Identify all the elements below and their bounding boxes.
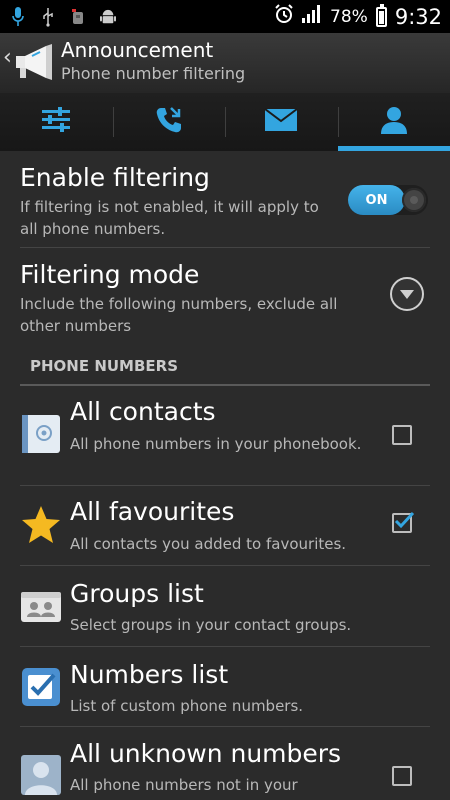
- tab-contacts[interactable]: [337, 93, 450, 151]
- chevron-down-icon: [400, 285, 414, 304]
- all-favourites-description: All contacts you added to favourites.: [70, 535, 347, 553]
- tab-messages[interactable]: [225, 93, 338, 151]
- divider: [20, 646, 430, 647]
- toggle-on-label: ON: [348, 185, 405, 215]
- unknown-person-icon: [20, 754, 62, 796]
- star-icon: [20, 504, 62, 546]
- app-title: Announcement: [61, 38, 214, 62]
- status-bar: 78% 9:32: [0, 0, 450, 33]
- divider: [20, 485, 430, 486]
- filtering-mode-dropdown[interactable]: [390, 277, 424, 311]
- alarm-icon: [274, 4, 294, 29]
- battery-icon: [375, 3, 387, 27]
- all-contacts-title: All contacts: [70, 397, 216, 426]
- checklist-icon: [20, 666, 62, 708]
- divider: [20, 565, 430, 566]
- tab-settings[interactable]: [0, 93, 113, 151]
- all-favourites-checkbox[interactable]: [392, 511, 415, 533]
- person-icon: [379, 105, 409, 139]
- enable-filtering-description: If filtering is not enabled, it will app…: [20, 198, 319, 238]
- toggle-knob: [402, 188, 426, 212]
- back-chevron-icon[interactable]: ‹: [3, 45, 12, 70]
- numbers-list-title: Numbers list: [70, 660, 229, 689]
- all-contacts-description: All phone numbers in your phonebook.: [70, 435, 362, 453]
- settings-content: Enable filtering If filtering is not ena…: [0, 151, 450, 800]
- sliders-icon: [40, 106, 72, 138]
- clock: 9:32: [394, 4, 442, 29]
- enable-filtering-toggle[interactable]: ON: [348, 185, 428, 215]
- tab-calls[interactable]: [112, 93, 226, 151]
- filtering-mode-title: Filtering mode: [20, 260, 200, 289]
- all-favourites-title: All favourites: [70, 497, 235, 526]
- divider: [20, 726, 430, 727]
- phone-call-icon: [153, 104, 185, 140]
- bug-icon: [70, 7, 86, 27]
- battery-percent: 78%: [330, 6, 368, 27]
- microphone-icon: [10, 6, 26, 27]
- filtering-mode-description: Include the following numbers, exclude a…: [20, 295, 338, 335]
- divider: [20, 247, 430, 248]
- signal-icon: [302, 5, 322, 28]
- filtering-mode-row[interactable]: Filtering mode Include the following num…: [20, 260, 430, 337]
- tab-bar: [0, 93, 450, 151]
- all-unknown-numbers-title: All unknown numbers: [70, 739, 342, 768]
- all-unknown-numbers-checkbox[interactable]: [392, 766, 412, 786]
- android-icon: [100, 7, 116, 27]
- groups-icon: [20, 586, 62, 628]
- contacts-book-icon: [20, 413, 62, 455]
- all-unknown-numbers-description: All phone numbers not in your: [70, 776, 298, 794]
- app-subtitle: Phone number filtering: [61, 64, 246, 83]
- usb-icon: [40, 7, 56, 27]
- groups-list-description: Select groups in your contact groups.: [70, 616, 352, 634]
- groups-list-title: Groups list: [70, 579, 204, 608]
- numbers-list-description: List of custom phone numbers.: [70, 697, 304, 715]
- megaphone-icon[interactable]: [12, 42, 56, 82]
- section-header-phone-numbers: PHONE NUMBERS: [30, 357, 179, 375]
- all-contacts-checkbox[interactable]: [392, 425, 412, 445]
- section-divider: [20, 384, 430, 386]
- action-bar: ‹ Announcement Phone number filtering: [0, 33, 450, 93]
- envelope-icon: [264, 108, 298, 136]
